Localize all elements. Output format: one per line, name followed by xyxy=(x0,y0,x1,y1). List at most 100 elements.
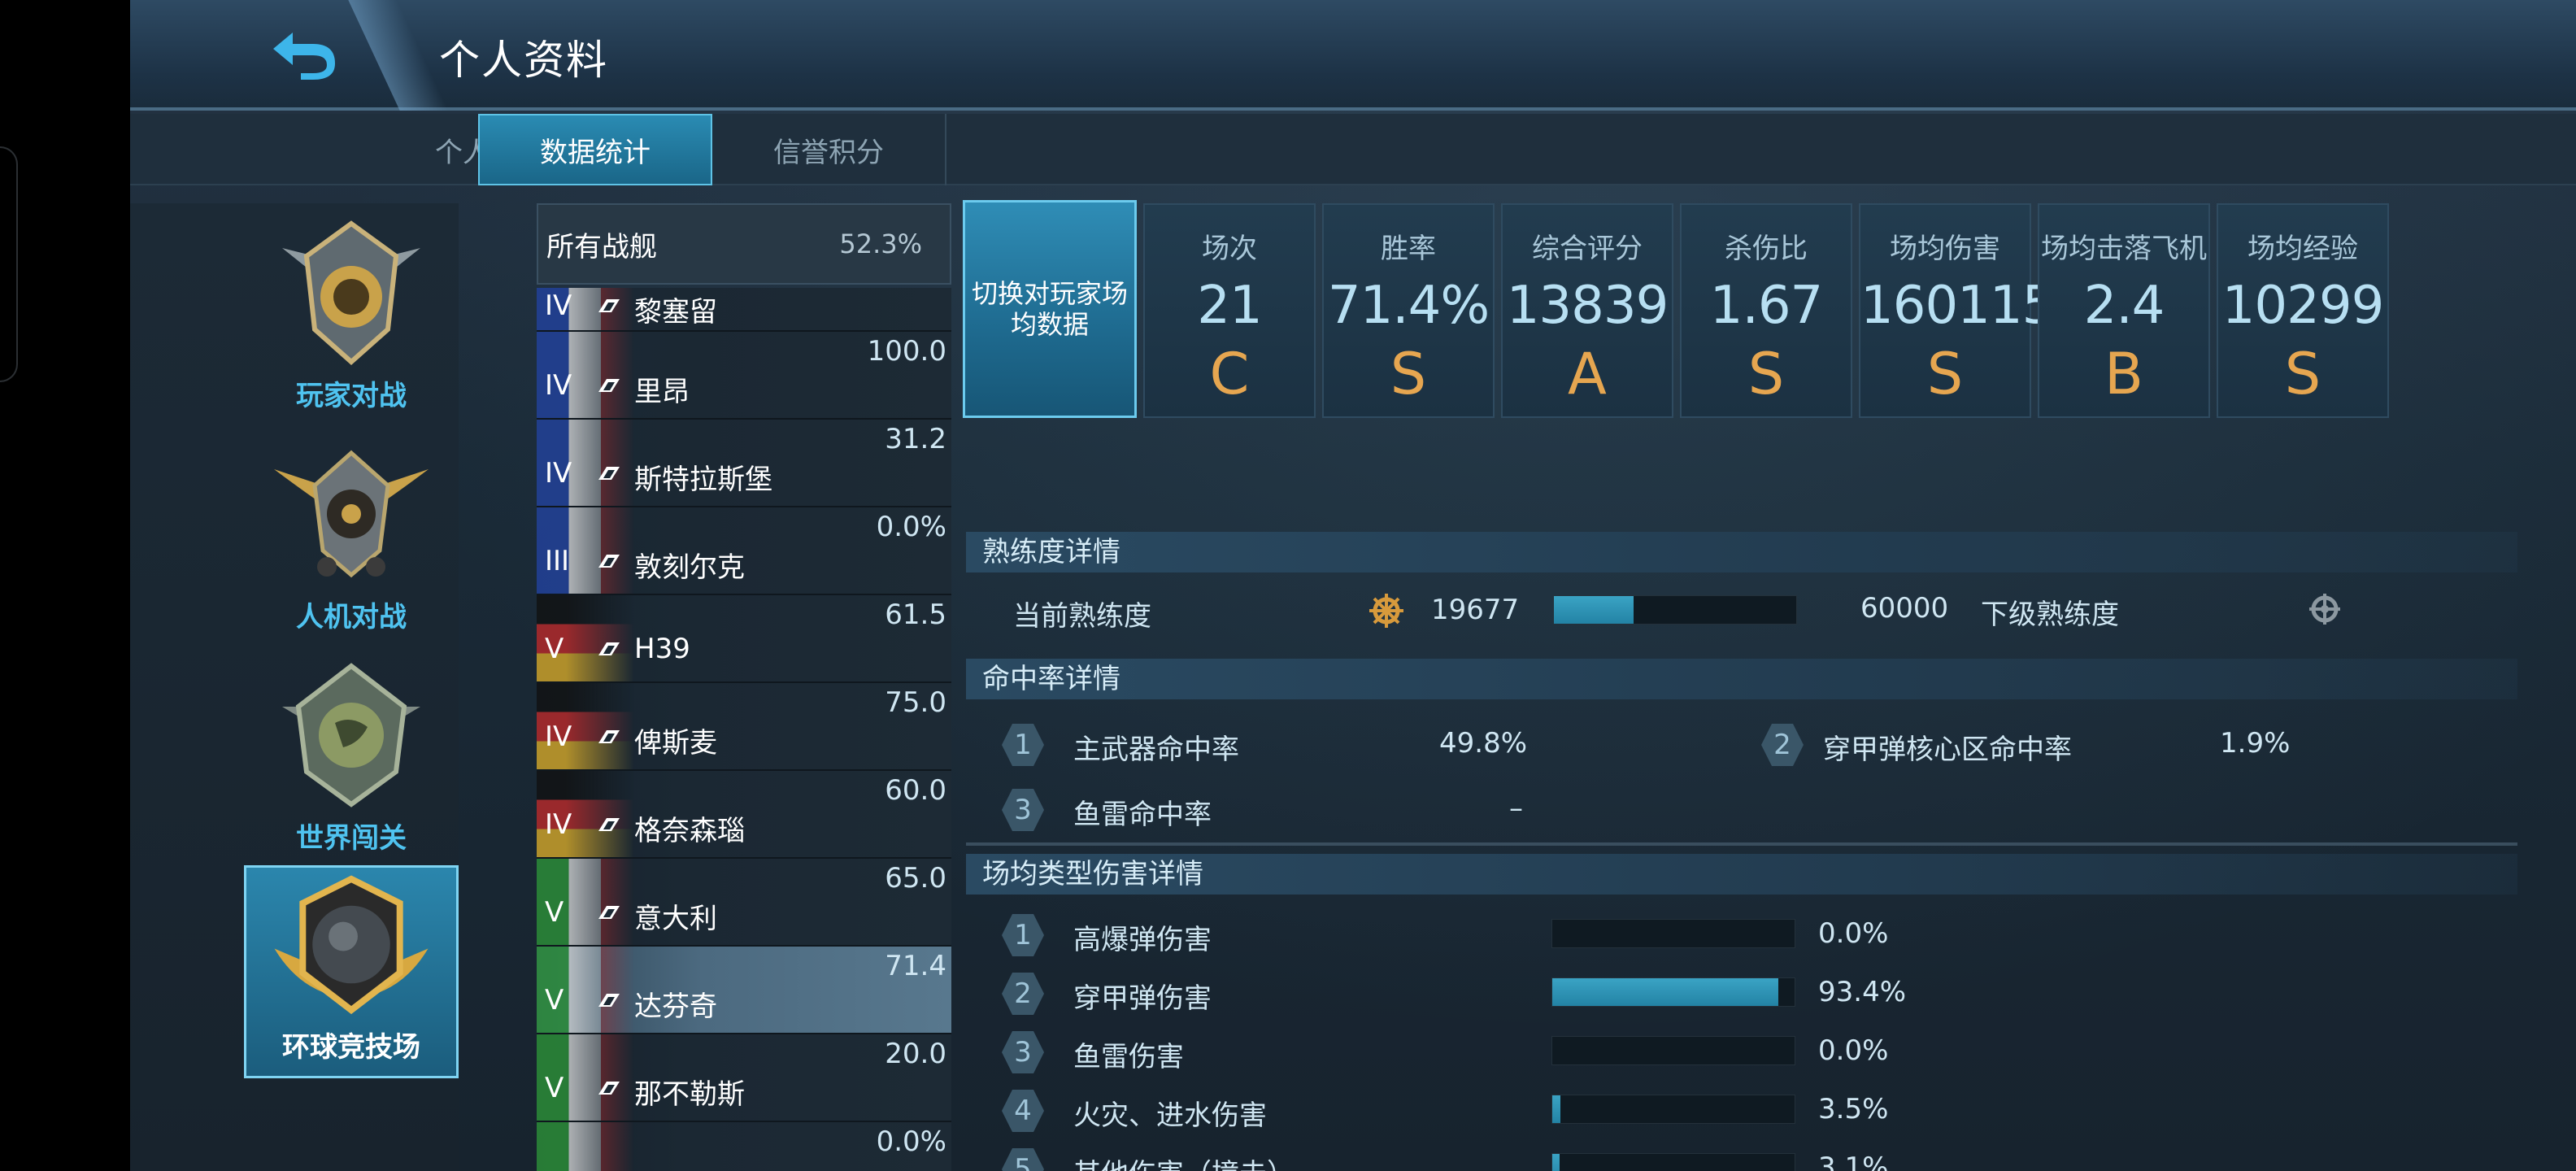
battleship-class-icon xyxy=(597,729,621,745)
current-proficiency-label: 当前熟练度 xyxy=(1013,600,1151,633)
nation-flag xyxy=(537,1122,634,1171)
ship-name: 意大利 xyxy=(634,903,717,935)
mode-label: 环球竞技场 xyxy=(282,1031,420,1064)
mode-label: 玩家对战 xyxy=(296,380,407,412)
damage-type-label: 高爆弹伤害 xyxy=(1073,924,1212,956)
mode-arena[interactable]: 环球竞技场 xyxy=(244,865,459,1078)
pvp-medal-icon xyxy=(282,220,420,366)
ship-row[interactable]: V 那不勒斯 20.0 xyxy=(537,1034,951,1122)
ship-tier: V xyxy=(545,633,564,665)
ship-row[interactable]: V H39 61.5 xyxy=(537,595,951,683)
hit-rate-section-title: 命中率详情 xyxy=(966,659,2517,699)
ship-name: 那不勒斯 xyxy=(634,1078,745,1111)
ship-win-rate: 0.0% xyxy=(876,1125,946,1158)
battleship-class-icon xyxy=(597,1080,621,1096)
stat-card: 杀伤比 1.67 S xyxy=(1680,203,1852,418)
ship-win-rate: 20.0 xyxy=(885,1038,946,1070)
ship-row[interactable]: IV 斯特拉斯堡 31.2 xyxy=(537,420,951,507)
battleship-class-icon xyxy=(597,904,621,921)
tab-statistics[interactable]: 数据统计 xyxy=(478,114,712,185)
ship-tier: V xyxy=(545,896,564,929)
ship-row[interactable]: 0.0% xyxy=(537,1122,951,1171)
ship-win-rate: 75.0 xyxy=(885,686,946,719)
ship-tier: IV xyxy=(545,457,572,490)
stat-grade: S xyxy=(1926,341,1964,407)
damage-bar xyxy=(1551,1095,1795,1124)
damage-bar-fill xyxy=(1552,1154,1560,1171)
damage-percent: 0.0% xyxy=(1818,917,1889,950)
page-title: 个人资料 xyxy=(439,37,608,84)
ship-filter-label: 所有战舰 xyxy=(546,230,657,263)
damage-bar xyxy=(1551,1153,1795,1171)
stat-value: 2.4 xyxy=(2083,276,2165,336)
stat-label: 胜率 xyxy=(1381,233,1436,265)
arena-medal-icon xyxy=(274,875,429,1015)
ship-win-rate: 65.0 xyxy=(885,862,946,895)
ship-tier: IV xyxy=(545,289,572,322)
header-accent xyxy=(348,0,449,111)
damage-percent: 93.4% xyxy=(1818,976,1907,1008)
tab-reputation[interactable]: 信誉积分 xyxy=(712,114,946,185)
battleship-class-icon xyxy=(597,298,621,314)
ship-win-rate: 31.2 xyxy=(885,423,946,455)
ship-win-rate: 61.5 xyxy=(885,599,946,631)
ship-filter-value: 52.3% xyxy=(839,229,922,259)
proficiency-bar xyxy=(1553,595,1797,625)
main-weapon-hit-label: 主武器命中率 xyxy=(1073,734,1239,766)
stat-card: 场均伤害 160115 S xyxy=(1859,203,2055,418)
ship-name: 敦刻尔克 xyxy=(634,551,745,584)
battleship-class-icon xyxy=(597,465,621,481)
ship-row[interactable]: III 敦刻尔克 0.0% xyxy=(537,507,951,595)
damage-percent: 3.1% xyxy=(1818,1151,1889,1171)
switch-average-button[interactable]: 切换对玩家场均数据 xyxy=(963,200,1137,418)
torpedo-hit-label: 鱼雷命中率 xyxy=(1073,799,1212,831)
mode-world[interactable]: 世界闯关 xyxy=(244,654,459,867)
damage-bar xyxy=(1551,977,1795,1007)
ship-row[interactable]: IV 俾斯麦 75.0 xyxy=(537,683,951,771)
main-weapon-hit-value: 49.8% xyxy=(1439,727,1528,760)
ship-name: H39 xyxy=(634,633,690,665)
stat-value: 10299 xyxy=(2221,276,2385,336)
ap-citadel-hit-label: 穿甲弹核心区命中率 xyxy=(1823,734,2072,766)
damage-type-label: 穿甲弹伤害 xyxy=(1073,982,1212,1015)
ship-rows: IV 黎塞留 IV 里昂 100.0 IV 斯特拉斯堡 31.2 III 敦刻尔克 0.0% V H39… xyxy=(537,288,951,1171)
mode-pvp[interactable]: 玩家对战 xyxy=(244,211,459,424)
ship-row[interactable]: IV 里昂 100.0 xyxy=(537,332,951,420)
stat-label: 场均经验 xyxy=(2247,233,2358,265)
battleship-class-icon xyxy=(597,553,621,569)
ship-tier: IV xyxy=(545,808,572,841)
damage-percent: 0.0% xyxy=(1818,1034,1889,1067)
back-button[interactable] xyxy=(260,16,350,89)
damage-bar xyxy=(1551,919,1795,948)
ship-win-rate: 71.4 xyxy=(885,950,946,982)
current-proficiency-value: 19677 xyxy=(1431,594,1520,626)
damage-index: 1 xyxy=(1002,914,1044,956)
ship-row[interactable]: IV 黎塞留 xyxy=(537,288,951,332)
ship-row[interactable]: IV 格奈森瑙 60.0 xyxy=(537,771,951,859)
damage-type-label: 鱼雷伤害 xyxy=(1073,1041,1184,1073)
damage-type-label: 火灾、进水伤害 xyxy=(1073,1099,1267,1132)
mode-label: 人机对战 xyxy=(296,601,407,633)
ship-list: 所有战舰 52.3% IV 黎塞留 IV 里昂 100.0 IV 斯特拉斯堡 31.2 III 敦… xyxy=(537,203,951,1171)
stat-label: 场均击落飞机 xyxy=(2041,233,2207,265)
tab-bar: 个人信息 数据统计 信誉积分 xyxy=(130,114,2576,185)
stat-card: 胜率 71.4% S xyxy=(1322,203,1495,418)
ship-filter-all[interactable]: 所有战舰 52.3% xyxy=(537,203,951,285)
stat-label: 场均伤害 xyxy=(1890,233,2000,265)
mode-pve[interactable]: 人机对战 xyxy=(244,433,459,646)
torpedo-hit-value: – xyxy=(1509,792,1523,825)
ship-name: 俾斯麦 xyxy=(634,727,717,760)
app-window: 个人资料 个人信息 数据统计 信誉积分 玩家对战 人机对战 xyxy=(130,0,2576,1171)
ship-name: 里昂 xyxy=(634,376,690,408)
mode-label: 世界闯关 xyxy=(296,822,407,855)
stat-value: 160115 xyxy=(1860,276,2055,336)
proficiency-section-title: 熟练度详情 xyxy=(966,532,2517,572)
helm-icon xyxy=(1369,594,1403,628)
hit-rate-index-2: 2 xyxy=(1761,724,1804,766)
stat-grade: S xyxy=(1747,341,1785,407)
ship-win-rate: 0.0% xyxy=(876,511,946,543)
ship-name: 黎塞留 xyxy=(634,296,717,329)
stat-label: 杀伤比 xyxy=(1725,233,1808,265)
ship-row[interactable]: V 意大利 65.0 xyxy=(537,859,951,947)
ship-row[interactable]: V 达芬奇 71.4 xyxy=(537,947,951,1034)
